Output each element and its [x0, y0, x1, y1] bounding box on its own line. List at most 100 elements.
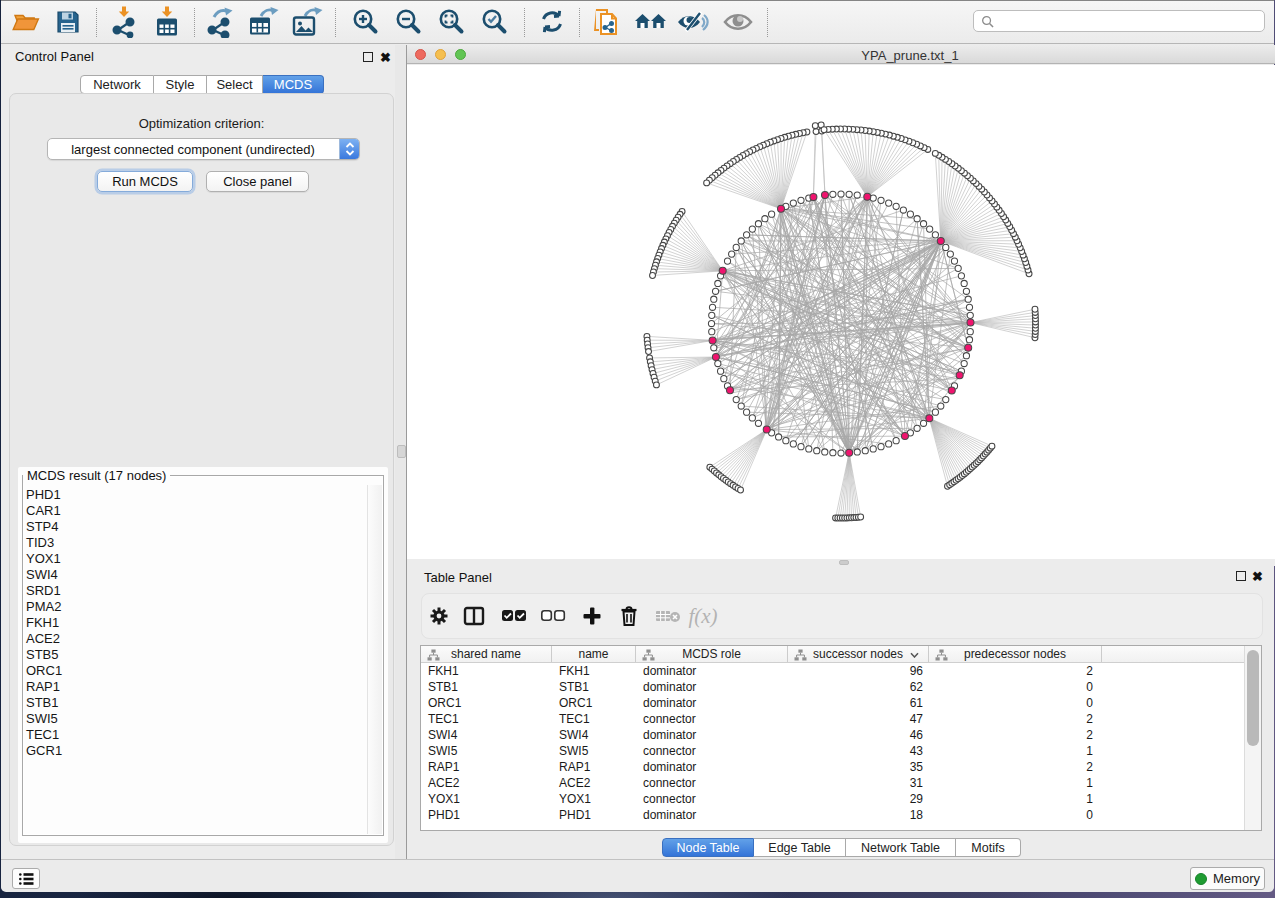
tab-mcds[interactable]: MCDS: [263, 75, 324, 94]
show-all-icon[interactable]: [721, 10, 755, 34]
memory-button[interactable]: Memory: [1190, 867, 1265, 890]
clone-network-icon[interactable]: [592, 6, 622, 38]
mcds-result-item[interactable]: CAR1: [26, 503, 356, 519]
table-cell: SWI4: [421, 727, 552, 743]
application-window: Control Panel ✖ NetworkStyleSelectMCDS O…: [1, 0, 1274, 891]
network-graph: [407, 65, 1275, 559]
column-header-shared-name[interactable]: shared name: [421, 646, 552, 662]
apply-layout-icon[interactable]: [537, 7, 567, 37]
table-row[interactable]: ORC1ORC1dominator610: [421, 695, 1244, 711]
mcds-result-item[interactable]: GCR1: [26, 743, 356, 759]
export-image-icon[interactable]: [291, 6, 323, 38]
show-panels-button[interactable]: [12, 868, 40, 889]
maximize-window-icon[interactable]: [455, 49, 466, 60]
mcds-result-item[interactable]: FKH1: [26, 615, 356, 631]
add-icon[interactable]: [582, 606, 602, 626]
mcds-result-item[interactable]: ORC1: [26, 663, 356, 679]
table-cell: 46: [788, 727, 929, 743]
search-input[interactable]: [973, 10, 1265, 32]
zoom-out-icon[interactable]: [393, 7, 423, 37]
table-row[interactable]: SWI5SWI5connector431: [421, 743, 1244, 759]
table-row[interactable]: STB1STB1dominator620: [421, 679, 1244, 695]
float-panel-icon[interactable]: [363, 52, 373, 62]
close-panel-icon[interactable]: ✖: [380, 52, 391, 63]
mcds-result-item[interactable]: SRD1: [26, 583, 356, 599]
run-mcds-button[interactable]: Run MCDS: [97, 171, 193, 192]
table-row[interactable]: TEC1TEC1connector472: [421, 711, 1244, 727]
table-cell: 1: [929, 791, 1102, 807]
table-cell: TEC1: [552, 711, 636, 727]
table-row[interactable]: SWI4SWI4dominator462: [421, 727, 1244, 743]
save-session-icon[interactable]: [54, 8, 82, 36]
criterion-dropdown[interactable]: largest connected component (undirected): [47, 138, 360, 160]
close-panel-button[interactable]: Close panel: [206, 171, 309, 192]
delete-icon[interactable]: [619, 605, 639, 627]
mcds-result-item[interactable]: STP4: [26, 519, 356, 535]
mcds-list-scrollbar[interactable]: [367, 485, 382, 834]
table-cell: 2: [929, 711, 1102, 727]
table-header: shared namenameMCDS rolesuccessor nodes p…: [421, 646, 1244, 663]
table-scrollbar[interactable]: [1244, 646, 1261, 830]
mcds-result-item[interactable]: RAP1: [26, 679, 356, 695]
horizontal-splitter-handle[interactable]: [839, 560, 849, 565]
memory-label: Memory: [1213, 871, 1260, 886]
tab-edge-table[interactable]: Edge Table: [754, 838, 846, 857]
vertical-splitter-handle[interactable]: [397, 445, 406, 458]
mcds-result-item[interactable]: STB5: [26, 647, 356, 663]
table-row[interactable]: RAP1RAP1dominator352: [421, 759, 1244, 775]
tab-style[interactable]: Style: [154, 75, 207, 94]
tab-select[interactable]: Select: [207, 75, 263, 94]
table-row[interactable]: YOX1YOX1connector291: [421, 791, 1244, 807]
table-row[interactable]: ACE2ACE2connector311: [421, 775, 1244, 791]
nested-networks-icon[interactable]: [634, 8, 668, 36]
import-table-icon[interactable]: [152, 6, 182, 38]
mcds-result-item[interactable]: TID3: [26, 535, 356, 551]
mcds-result-item[interactable]: STB1: [26, 695, 356, 711]
select-all-icon[interactable]: [501, 609, 527, 623]
zoom-fit-icon[interactable]: [436, 7, 466, 37]
column-header-MCDS-role[interactable]: MCDS role: [636, 646, 788, 662]
show-columns-icon[interactable]: [463, 606, 485, 626]
close-table-panel-icon[interactable]: ✖: [1252, 571, 1263, 582]
mcds-result-item[interactable]: YOX1: [26, 551, 356, 567]
close-window-icon[interactable]: [415, 49, 426, 60]
network-canvas[interactable]: [407, 65, 1275, 559]
new-network-icon[interactable]: [204, 6, 236, 38]
mcds-result-item[interactable]: TEC1: [26, 727, 356, 743]
table-cell: TEC1: [421, 711, 552, 727]
tab-node-table[interactable]: Node Table: [662, 838, 754, 857]
table-scrollbar-thumb[interactable]: [1247, 650, 1259, 746]
zoom-in-icon[interactable]: [350, 7, 380, 37]
table-row[interactable]: PHD1PHD1dominator180: [421, 807, 1244, 823]
column-settings-icon[interactable]: [428, 605, 450, 627]
zoom-selected-icon[interactable]: [479, 7, 509, 37]
mcds-result-item[interactable]: PHD1: [26, 487, 356, 503]
hide-selected-icon[interactable]: [676, 9, 710, 35]
mcds-result-item[interactable]: SWI4: [26, 567, 356, 583]
shared-column-icon: [642, 649, 655, 661]
import-network-icon[interactable]: [109, 6, 139, 38]
open-file-icon[interactable]: [11, 8, 41, 36]
export-table-icon[interactable]: [247, 6, 279, 38]
column-label: predecessor nodes: [964, 647, 1066, 661]
deselect-all-icon[interactable]: [540, 609, 566, 623]
tab-motifs[interactable]: Motifs: [956, 838, 1021, 857]
network-window-titlebar[interactable]: [407, 45, 1275, 64]
table-cell: SWI5: [421, 743, 552, 759]
mcds-result-item[interactable]: SWI5: [26, 711, 356, 727]
column-header-name[interactable]: name: [552, 646, 636, 662]
tab-network[interactable]: Network: [80, 75, 154, 94]
mcds-result-list[interactable]: PHD1CAR1STP4TID3YOX1SWI4SRD1PMA2FKH1ACE2…: [26, 487, 356, 759]
float-table-panel-icon[interactable]: [1236, 571, 1246, 581]
table-cell: 47: [788, 711, 929, 727]
table-cell: RAP1: [552, 759, 636, 775]
table-cell: connector: [636, 711, 788, 727]
column-header-predecessor-nodes[interactable]: predecessor nodes: [929, 646, 1102, 662]
mcds-result-item[interactable]: PMA2: [26, 599, 356, 615]
table-row[interactable]: FKH1FKH1dominator962: [421, 663, 1244, 679]
column-header-successor-nodes[interactable]: successor nodes: [788, 646, 929, 662]
mcds-tab-content: Optimization criterion: largest connecte…: [9, 93, 394, 846]
tab-network-table[interactable]: Network Table: [846, 838, 956, 857]
minimize-window-icon[interactable]: [435, 49, 446, 60]
mcds-result-item[interactable]: ACE2: [26, 631, 356, 647]
